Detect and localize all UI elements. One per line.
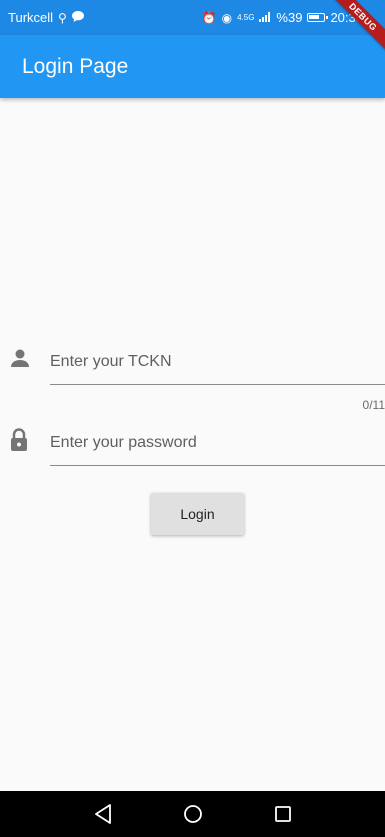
- status-left: Turkcell ⚲: [8, 10, 84, 25]
- eye-icon: ◉: [221, 10, 233, 25]
- app-bar: Login Page: [0, 35, 385, 98]
- status-bar: Turkcell ⚲ ⏰ ◉ 4.5G %39 20:35: [0, 0, 385, 35]
- carrier-label: Turkcell: [8, 10, 54, 25]
- battery-icon: [307, 13, 328, 22]
- home-circle-icon[interactable]: [179, 800, 207, 828]
- signal-icon: [259, 11, 271, 24]
- battery-percent: %39: [276, 10, 303, 25]
- page-title: Login Page: [22, 54, 129, 78]
- navigation-bar: [0, 791, 385, 837]
- password-input[interactable]: [50, 421, 385, 466]
- tckn-input[interactable]: [50, 340, 385, 385]
- tckn-counter: 0/11: [362, 398, 385, 412]
- person-icon: [10, 348, 30, 370]
- usb-icon: ⚲: [58, 10, 67, 25]
- alarm-icon: ⏰: [201, 10, 217, 25]
- recents-square-icon[interactable]: [269, 800, 297, 828]
- back-triangle-icon[interactable]: [89, 800, 117, 828]
- network-label: 4.5G: [237, 13, 255, 22]
- lock-icon: [10, 428, 30, 451]
- login-button[interactable]: Login: [151, 493, 244, 535]
- message-icon: [71, 11, 84, 24]
